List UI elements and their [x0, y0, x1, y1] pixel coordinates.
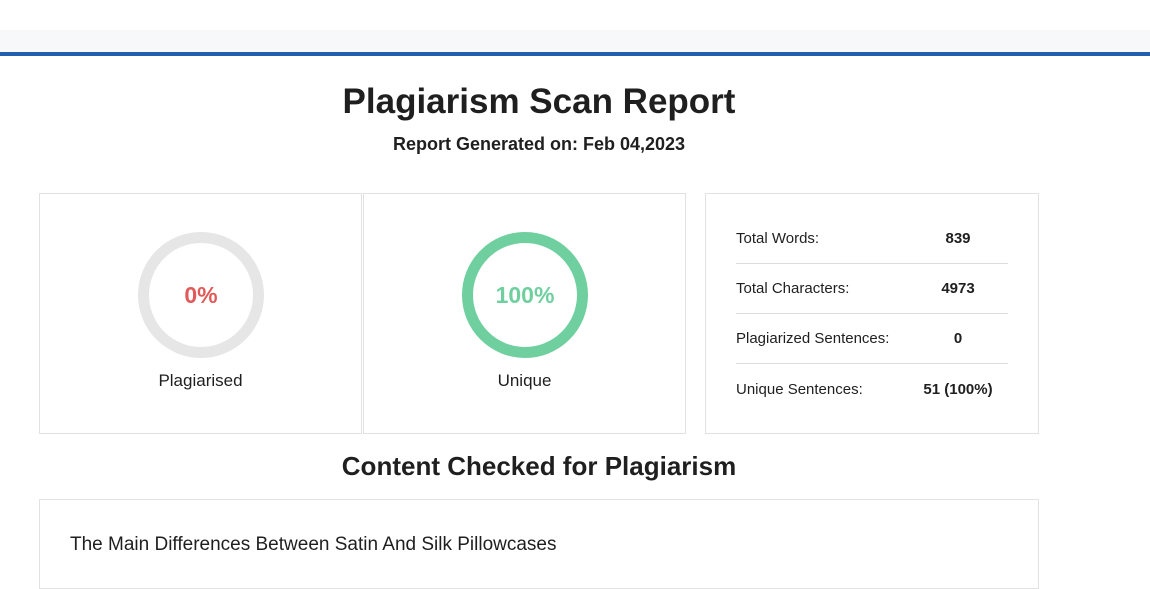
plagiarised-label: Plagiarised	[158, 371, 243, 390]
stat-value: 0	[953, 330, 963, 347]
report-date: Report Generated on: Feb 04,2023	[392, 134, 686, 154]
stats-table: Total Words: 839 Total Characters: 4973 …	[736, 214, 1008, 414]
accent-divider	[0, 52, 1150, 56]
header-band	[0, 30, 1150, 52]
stat-value: 51 (100%)	[923, 380, 993, 398]
stat-row-total-words: Total Words: 839	[736, 214, 1008, 264]
unique-panel: 100% Unique	[363, 193, 686, 434]
stat-row-plagiarized-sentences: Plagiarized Sentences: 0	[736, 314, 1008, 364]
unique-label: Unique	[497, 371, 552, 390]
stat-value: 4973	[941, 280, 975, 297]
stat-row-unique-sentences: Unique Sentences: 51 (100%)	[736, 364, 1008, 414]
plagiarised-percent: 0%	[184, 281, 218, 308]
stat-value: 839	[945, 230, 971, 247]
stat-label: Total Words:	[736, 230, 820, 247]
plagiarised-panel: 0% Plagiarised	[39, 193, 362, 434]
stat-row-total-characters: Total Characters: 4973	[736, 264, 1008, 314]
page-title: Plagiarism Scan Report	[342, 82, 736, 121]
top-bar	[0, 0, 1150, 30]
plagiarised-ring: 0%	[138, 232, 264, 358]
stats-panel: Total Words: 839 Total Characters: 4973 …	[705, 193, 1039, 434]
stat-label: Unique Sentences:	[736, 380, 863, 398]
unique-ring: 100%	[462, 232, 588, 358]
content-first-line: The Main Differences Between Satin And S…	[70, 534, 557, 555]
stat-label: Total Characters:	[736, 280, 850, 297]
unique-percent: 100%	[495, 281, 555, 308]
stat-label: Plagiarized Sentences:	[736, 330, 890, 347]
content-section-title: Content Checked for Plagiarism	[341, 451, 737, 481]
